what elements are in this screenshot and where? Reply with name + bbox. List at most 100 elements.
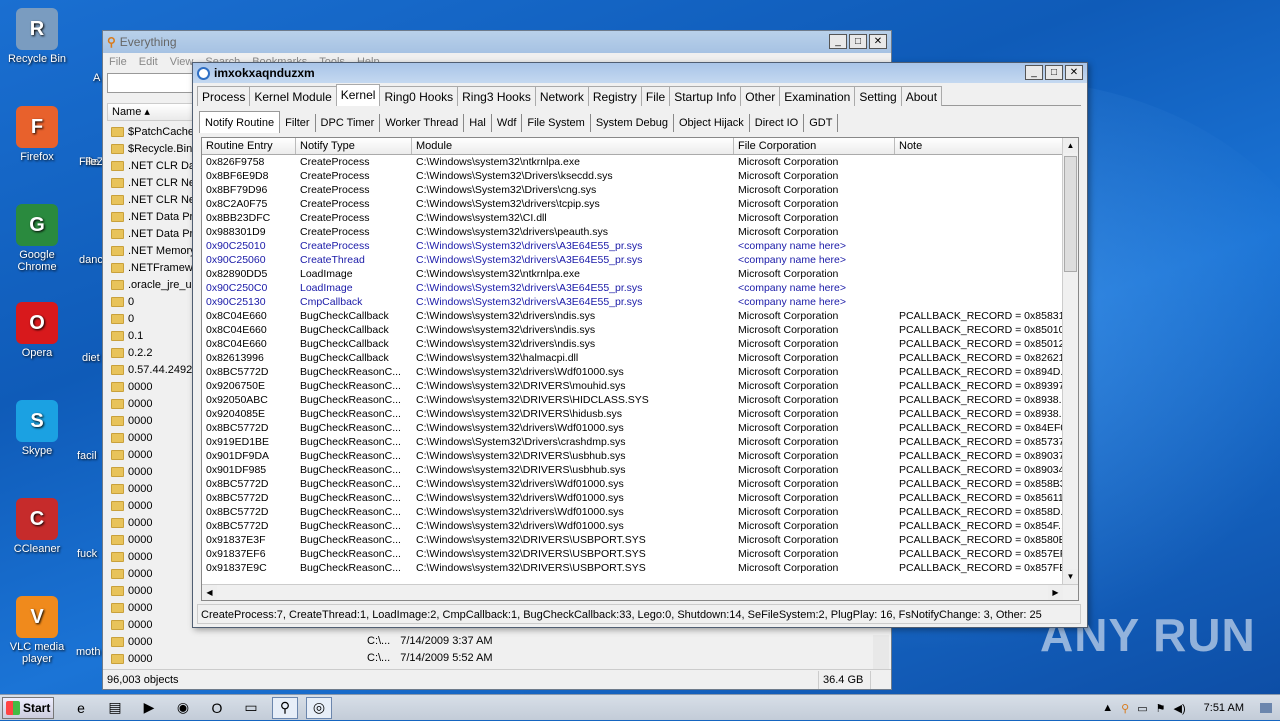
- folder-row[interactable]: .NET Data Pr: [107, 208, 193, 225]
- scroll-left-icon[interactable]: ◀: [202, 585, 217, 600]
- everything-titlebar[interactable]: ⚲ Everything: [103, 31, 891, 53]
- subtab-hal[interactable]: Hal: [464, 114, 492, 132]
- folder-row[interactable]: .NET CLR Dat: [107, 157, 193, 174]
- vertical-scrollbar[interactable]: ▲ ▼: [1062, 138, 1078, 584]
- subtab-worker-thread[interactable]: Worker Thread: [380, 114, 465, 132]
- folder-row[interactable]: 0000: [107, 463, 193, 480]
- tab-ring3-hooks[interactable]: Ring3 Hooks: [457, 86, 536, 106]
- table-row[interactable]: 0x90C25130 CmpCallback C:\Windows\System32…: [202, 295, 1078, 309]
- folder-row[interactable]: .NET CLR Net: [107, 174, 193, 191]
- table-row[interactable]: 0x8C04E660 BugCheckCallback C:\Windows\sys…: [202, 309, 1078, 323]
- table-row[interactable]: 0x8C04E660 BugCheckCallback C:\Windows\sys…: [202, 337, 1078, 351]
- volume-icon[interactable]: ◀): [1174, 702, 1186, 715]
- table-row[interactable]: 0x9206750E BugCheckReasonC... C:\Windows\s…: [202, 379, 1078, 393]
- table-row[interactable]: 0x91837E9C BugCheckReasonC... C:\Windows\s…: [202, 561, 1078, 575]
- table-row[interactable]: 0x8BC5772D BugCheckReasonC... C:\Windows\s…: [202, 491, 1078, 505]
- desktop-icon[interactable]: V VLC media player: [6, 596, 68, 665]
- menu-item[interactable]: File: [109, 56, 127, 68]
- column-header[interactable]: Module: [412, 138, 734, 154]
- folder-row[interactable]: .NETFramew: [107, 259, 193, 276]
- show-hidden-icons-icon[interactable]: ▲: [1102, 702, 1113, 714]
- folder-row[interactable]: 0000: [107, 633, 193, 650]
- tab-other[interactable]: Other: [740, 86, 781, 106]
- subtab-gdt[interactable]: GDT: [804, 114, 839, 132]
- tab-examination[interactable]: Examination: [779, 86, 856, 106]
- everything-search-input[interactable]: [107, 73, 197, 93]
- menu-item[interactable]: View: [170, 56, 194, 68]
- everything-scrollbar[interactable]: [873, 635, 889, 669]
- table-row[interactable]: 0x90C25010 CreateProcess C:\Windows\System…: [202, 239, 1078, 253]
- desktop-icon[interactable]: F Firefox: [6, 106, 68, 163]
- tab-network[interactable]: Network: [534, 86, 589, 106]
- pchunter-icon[interactable]: ◎: [306, 696, 332, 719]
- column-header[interactable]: Note: [895, 138, 1065, 154]
- table-row[interactable]: 0x82613996 BugCheckCallback C:\Windows\sys…: [202, 351, 1078, 365]
- table-row[interactable]: 0x8C2A0F75 CreateProcess C:\Windows\System…: [202, 197, 1078, 211]
- table-row[interactable]: 0x919ED1BE BugCheckReasonC... C:\Windows\S…: [202, 435, 1078, 449]
- horizontal-scrollbar[interactable]: ◀ ▶: [202, 584, 1078, 600]
- folder-row[interactable]: 0.1: [107, 327, 193, 344]
- minimize-button[interactable]: _: [1025, 65, 1043, 80]
- folder-row[interactable]: $PatchCache: [107, 123, 193, 140]
- show-desktop-icon[interactable]: [1260, 703, 1272, 713]
- menu-item[interactable]: Edit: [139, 56, 158, 68]
- close-button[interactable]: ✕: [1065, 65, 1083, 80]
- close-button[interactable]: ✕: [869, 34, 887, 49]
- scroll-thumb[interactable]: [1064, 156, 1077, 272]
- file-row[interactable]: C:\... 7/14/2009 5:52 AM: [361, 652, 881, 669]
- folder-row[interactable]: 0000: [107, 548, 193, 565]
- column-header-name[interactable]: Name ▴: [107, 103, 193, 121]
- folder-row[interactable]: 0000: [107, 412, 193, 429]
- subtab-filter[interactable]: Filter: [280, 114, 316, 132]
- scroll-right-icon[interactable]: ▶: [1048, 585, 1063, 600]
- maximize-button[interactable]: □: [1045, 65, 1063, 80]
- folder-row[interactable]: 0000: [107, 650, 193, 667]
- folder-row[interactable]: .NET CLR Net: [107, 191, 193, 208]
- table-row[interactable]: 0x9204085E BugCheckReasonC... C:\Windows\s…: [202, 407, 1078, 421]
- folder-row[interactable]: .oracle_jre_u: [107, 276, 193, 293]
- network-icon[interactable]: ▭: [1137, 702, 1147, 715]
- desktop-icon[interactable]: S Skype: [6, 400, 68, 457]
- maximize-button[interactable]: □: [849, 34, 867, 49]
- clock[interactable]: 7:51 AM: [1204, 702, 1244, 714]
- subtab-file-system[interactable]: File System: [522, 114, 591, 132]
- table-row[interactable]: 0x8BC5772D BugCheckReasonC... C:\Windows\s…: [202, 519, 1078, 533]
- explorer-icon[interactable]: ▤: [102, 697, 128, 719]
- subtab-system-debug[interactable]: System Debug: [591, 114, 674, 132]
- opera-icon[interactable]: O: [204, 697, 230, 719]
- tab-file[interactable]: File: [640, 86, 671, 106]
- folder-row[interactable]: .NET Memory: [107, 242, 193, 259]
- folder-row[interactable]: 0000: [107, 429, 193, 446]
- folder-row[interactable]: $Recycle.Bin: [107, 140, 193, 157]
- file-row[interactable]: C:\... 7/14/2009 3:37 AM: [361, 635, 881, 652]
- tab-about[interactable]: About: [900, 86, 943, 106]
- tab-setting[interactable]: Setting: [854, 86, 902, 106]
- column-header[interactable]: Routine Entry: [202, 138, 296, 154]
- desktop-icon[interactable]: R Recycle Bin: [6, 8, 68, 65]
- subtab-wdf[interactable]: Wdf: [492, 114, 523, 132]
- table-row[interactable]: 0x8BC5772D BugCheckReasonC... C:\Windows\s…: [202, 365, 1078, 379]
- everything-icon[interactable]: ⚲: [272, 696, 298, 719]
- folder-row[interactable]: 0000: [107, 497, 193, 514]
- table-row[interactable]: 0x8BC5772D BugCheckReasonC... C:\Windows\s…: [202, 421, 1078, 435]
- tab-kernel-module[interactable]: Kernel Module: [249, 86, 337, 106]
- folder-row[interactable]: 0000: [107, 616, 193, 633]
- window-icon[interactable]: ▭: [238, 697, 264, 719]
- folder-row[interactable]: 0000: [107, 565, 193, 582]
- everything-tray-icon[interactable]: ⚲: [1121, 702, 1129, 715]
- table-row[interactable]: 0x8C04E660 BugCheckCallback C:\Windows\sys…: [202, 323, 1078, 337]
- table-row[interactable]: 0x91837E3F BugCheckReasonC... C:\Windows\s…: [202, 533, 1078, 547]
- action-center-flag-icon[interactable]: ⚑: [1156, 702, 1166, 715]
- chrome-icon[interactable]: ◉: [170, 697, 196, 719]
- folder-row[interactable]: 0000: [107, 599, 193, 616]
- media-player-icon[interactable]: ▶: [136, 697, 162, 719]
- scroll-down-icon[interactable]: ▼: [1063, 569, 1078, 584]
- scroll-up-icon[interactable]: ▲: [1063, 138, 1078, 153]
- folder-row[interactable]: 0: [107, 293, 193, 310]
- table-row[interactable]: 0x901DF985 BugCheckReasonC... C:\Windows\s…: [202, 463, 1078, 477]
- table-row[interactable]: 0x92050ABC BugCheckReasonC... C:\Windows\s…: [202, 393, 1078, 407]
- tab-ring0-hooks[interactable]: Ring0 Hooks: [379, 86, 459, 106]
- folder-row[interactable]: 0000: [107, 514, 193, 531]
- table-row[interactable]: 0x90C250C0 LoadImage C:\Windows\System32\d…: [202, 281, 1078, 295]
- tab-kernel[interactable]: Kernel: [335, 84, 381, 106]
